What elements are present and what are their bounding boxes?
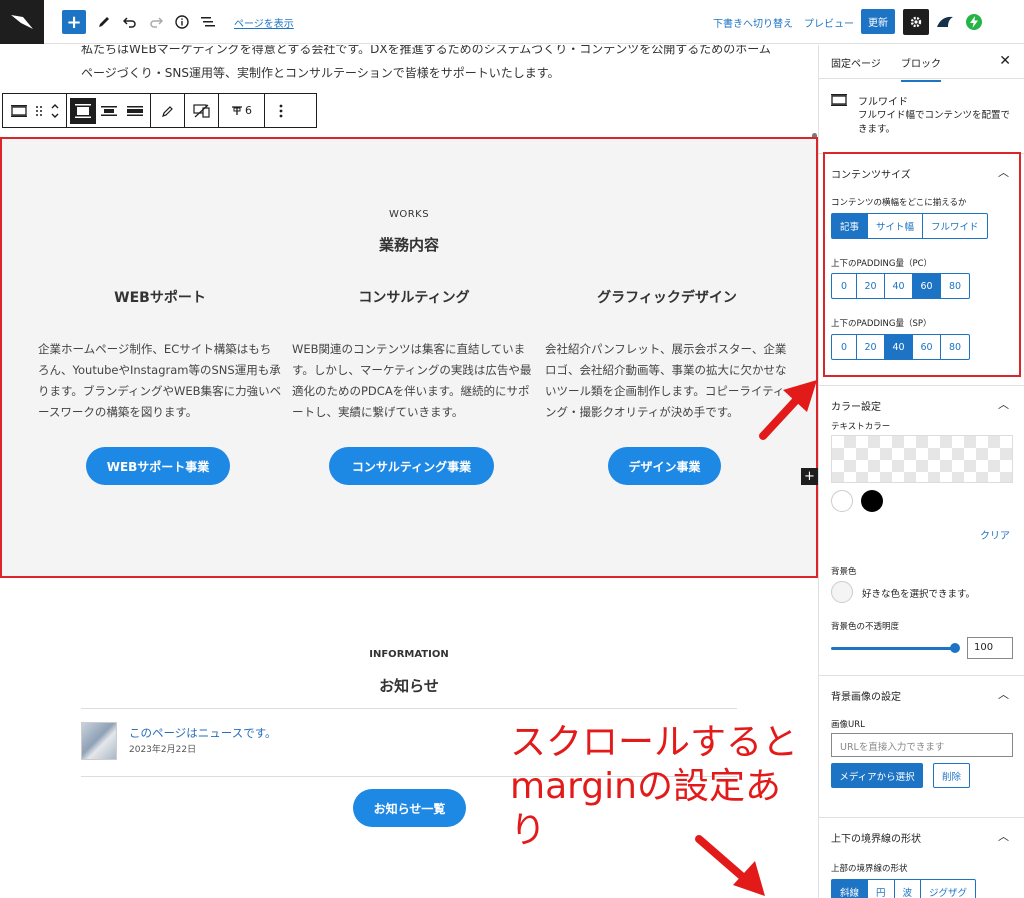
tab-block[interactable]: ブロック xyxy=(901,55,941,82)
intro-paragraph[interactable]: 私たちはWEBマーケティングを得意とする会社です。DXを推進するためのシステムづ… xyxy=(81,45,771,85)
block-name: フルワイド xyxy=(858,97,908,108)
column-body: WEB関連のコンテンツは集客に直結しています。しかし、マーケティングの実践は広告… xyxy=(292,342,532,419)
image-url-input[interactable]: URLを直接入力できます xyxy=(831,733,1013,757)
block-description: フルワイド幅でコンテンツを配置できます。 xyxy=(858,110,1011,135)
padding-setting-button[interactable]: 6 xyxy=(222,98,262,124)
border-option[interactable]: 斜線 xyxy=(832,880,869,898)
design-button[interactable]: デザイン事業 xyxy=(608,447,721,485)
border-option[interactable]: 円 xyxy=(868,880,895,898)
close-icon[interactable]: ✕ xyxy=(999,53,1011,69)
delete-image-button[interactable]: 削除 xyxy=(933,763,970,788)
chevron-up-icon[interactable]: ︿ xyxy=(998,396,1009,412)
information-eyebrow: INFORMATION xyxy=(369,649,449,660)
text-color-label: テキストカラー xyxy=(831,422,891,432)
update-button[interactable]: 更新 xyxy=(861,9,895,34)
pencil-icon[interactable] xyxy=(155,98,181,124)
sidebar-tabs: 固定ページ ブロック ✕ xyxy=(819,45,1024,82)
top-border-label: 上部の境界線の形状 xyxy=(831,864,908,874)
column-body: 会社紹介パンフレット、展示会ポスター、企業ロゴ、会社紹介動画等、事業の拡大に欠か… xyxy=(545,342,787,419)
column-heading: コンサルティング xyxy=(358,290,470,306)
web-support-button[interactable]: WEBサポート事業 xyxy=(86,447,230,485)
padding-value: 6 xyxy=(245,104,252,117)
column-heading: グラフィックデザイン xyxy=(597,290,737,306)
opacity-input[interactable]: 100 xyxy=(967,637,1013,659)
chevron-up-icon[interactable]: ︿ xyxy=(998,686,1009,702)
settings-sidebar: 固定ページ ブロック ✕ フルワイド フルワイド幅でコンテンツを配置できます。 … xyxy=(818,45,1024,898)
works-column: コンサルティング WEB関連のコンテンツは集客に直結しています。しかし、マーケテ… xyxy=(292,287,536,423)
settings-gear-icon[interactable] xyxy=(903,9,929,35)
panel-title[interactable]: カラー設定 xyxy=(831,398,881,413)
undo-icon[interactable] xyxy=(121,10,139,34)
annotation-line: スクロールすると xyxy=(510,722,799,763)
info-icon[interactable] xyxy=(173,10,191,34)
opacity-label: 背景色の不透明度 xyxy=(831,622,900,632)
information-title: お知らせ xyxy=(379,677,439,695)
works-column: グラフィックデザイン 会社紹介パンフレット、展示会ポスター、企業ロゴ、会社紹介動… xyxy=(545,287,789,423)
bg-color-label: 背景色 xyxy=(831,567,857,577)
edit-tool-icon[interactable] xyxy=(95,10,113,34)
tab-page[interactable]: 固定ページ xyxy=(831,55,881,70)
bg-color-hint: 好きな色を選択できます。 xyxy=(862,589,976,600)
insert-block-icon[interactable]: + xyxy=(801,468,818,485)
panel-title[interactable]: 上下の境界線の形状 xyxy=(831,830,921,845)
bg-color-picker[interactable] xyxy=(831,581,853,603)
border-option[interactable]: ジグザグ xyxy=(921,880,975,898)
list-view-icon[interactable] xyxy=(199,10,217,34)
panel-title[interactable]: 背景画像の設定 xyxy=(831,688,901,703)
news-list-button[interactable]: お知らせ一覧 xyxy=(353,789,466,827)
clear-color-button[interactable]: クリア xyxy=(980,527,1010,542)
news-date: 2023年2月22日 xyxy=(129,745,197,755)
redo-icon[interactable] xyxy=(147,10,165,34)
drag-handle-icon[interactable] xyxy=(32,98,46,124)
works-eyebrow: WORKS xyxy=(388,209,430,220)
add-block-button[interactable]: + xyxy=(62,10,86,34)
switch-to-draft-button[interactable]: 下書きへ切り替え xyxy=(713,15,793,30)
border-option[interactable]: 波 xyxy=(895,880,922,898)
block-type-icon[interactable] xyxy=(6,98,32,124)
border-shape-group: 斜線 円 波 ジグザグ xyxy=(831,879,977,898)
top-toolbar: + ページを表示 下書きへ切り替え プレビュー 更新 xyxy=(0,0,1024,44)
arrow-annotation-icon xyxy=(695,835,765,896)
align-wide-icon[interactable] xyxy=(69,97,96,124)
consulting-button[interactable]: コンサルティング事業 xyxy=(329,447,494,485)
news-thumbnail[interactable] xyxy=(81,722,117,760)
color-swatch-black[interactable] xyxy=(861,490,883,512)
align-full-icon[interactable] xyxy=(122,98,148,124)
align-content-icon[interactable] xyxy=(96,98,122,124)
select-media-button[interactable]: メディアから選択 xyxy=(831,763,923,788)
arrow-annotation-icon xyxy=(759,380,817,440)
opacity-slider[interactable] xyxy=(831,647,956,650)
works-title: 業務内容 xyxy=(378,236,439,254)
column-body: 企業ホームページ制作、ECサイト構築はもちろん、YoutubeやInstagra… xyxy=(38,342,282,419)
editor-canvas: 私たちはWEBマーケティングを得意とする会社です。DXを推進するためのシステムづ… xyxy=(0,45,818,898)
opacity-slider-handle[interactable] xyxy=(950,643,960,653)
image-url-label: 画像URL xyxy=(831,720,865,730)
block-type-icon xyxy=(831,94,847,106)
divider xyxy=(81,708,737,709)
column-heading: WEBサポート xyxy=(114,290,206,306)
block-toolbar: 6 xyxy=(2,93,317,128)
text-color-preview[interactable] xyxy=(831,435,1013,483)
device-visibility-icon[interactable] xyxy=(189,98,215,124)
border-shape-panel: 上下の境界線の形状 ︿ 上部の境界線の形状 斜線 円 波 ジグザグ xyxy=(819,817,1024,898)
plugin-bolt-icon[interactable] xyxy=(963,10,985,34)
preview-button[interactable]: プレビュー xyxy=(804,15,854,30)
site-logo-icon[interactable] xyxy=(0,0,44,44)
highlight-box xyxy=(823,152,1021,377)
color-swatch-white[interactable] xyxy=(831,490,853,512)
works-column: WEBサポート 企業ホームページ制作、ECサイト構築はもちろん、Youtubeや… xyxy=(38,287,282,423)
chevron-up-icon[interactable]: ︿ xyxy=(998,828,1009,844)
view-page-link[interactable]: ページを表示 xyxy=(234,15,294,30)
move-up-down-icon[interactable] xyxy=(46,98,64,124)
works-section[interactable]: WORKS 業務内容 WEBサポート 企業ホームページ制作、ECサイト構築はもち… xyxy=(0,137,818,578)
news-title-link[interactable]: このページはニュースです。 xyxy=(129,725,277,741)
plugin-shark-icon[interactable] xyxy=(934,10,956,34)
more-options-icon[interactable] xyxy=(268,98,294,124)
